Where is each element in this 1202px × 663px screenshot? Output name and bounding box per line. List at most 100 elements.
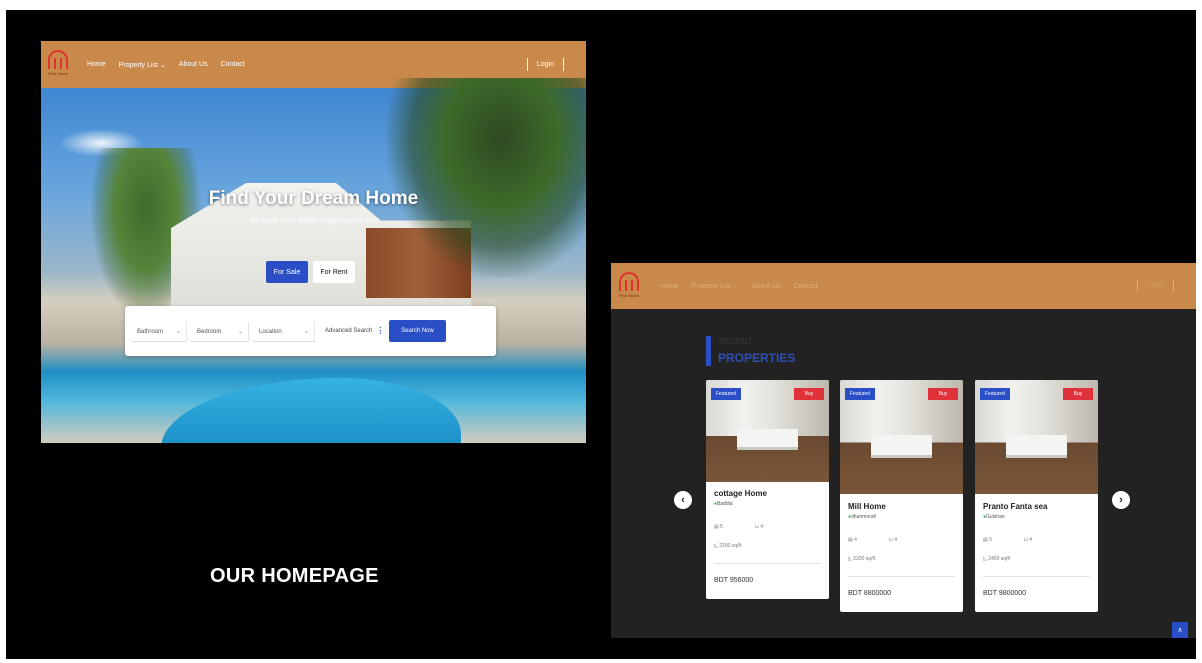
- nav-property-list-label: Property List: [118, 61, 158, 69]
- location-select-label: Location: [259, 328, 282, 335]
- bedroom-select[interactable]: Bedroom ⌄: [191, 322, 249, 342]
- baths-count: 4: [760, 524, 763, 530]
- baths-info: ⊔ 4: [889, 537, 897, 543]
- logo[interactable]: Find Home: [616, 272, 642, 302]
- area-icon: ◺: [848, 556, 852, 562]
- property-area-text: 2200 sq/ft: [853, 556, 876, 562]
- property-area: ◺ 2400 sq/ft: [983, 556, 1010, 562]
- logo[interactable]: Find Home: [45, 50, 71, 80]
- advanced-search-toggle[interactable]: Advanced Search ⋮: [325, 326, 384, 335]
- baths-count: 4: [894, 537, 897, 543]
- bedroom-select-label: Bedroom: [197, 328, 222, 335]
- chevron-down-icon: ⌄: [732, 283, 739, 290]
- property-location-text: Gulshan: [986, 514, 1005, 520]
- card-divider: [983, 576, 1090, 577]
- nav-about[interactable]: About Us: [179, 61, 208, 68]
- bath-icon: ⊔: [888, 537, 893, 543]
- property-meta: ▤ 5 ⊔ 4: [983, 537, 1032, 543]
- location-select[interactable]: Location ⌄: [253, 322, 315, 342]
- nav-property-list[interactable]: Property List ⌄: [692, 282, 739, 290]
- property-price: BDT 956000: [714, 577, 754, 584]
- tab-for-rent[interactable]: For Rent: [313, 261, 355, 283]
- beds-count: 4: [854, 537, 857, 543]
- bed-icon: ▤: [983, 537, 988, 543]
- property-card[interactable]: Featured Buy cottage Home ●Baddia ▤ 5 ⊔ …: [706, 380, 829, 599]
- featured-badge: Featured: [845, 388, 875, 400]
- beds-info: ▤ 5: [983, 537, 992, 543]
- nav-links: Home Property List ⌄ About Us Contact: [660, 263, 818, 309]
- login-area: Login: [1136, 279, 1174, 292]
- property-name: Pranto Fanta sea: [983, 502, 1048, 511]
- property-area-text: 2400 sq/ft: [988, 556, 1011, 562]
- card-divider: [714, 563, 821, 564]
- buy-badge: Buy: [794, 388, 824, 400]
- bath-icon: ⊔: [754, 524, 759, 530]
- chevron-down-icon: ⌄: [237, 329, 243, 335]
- property-meta: ▤ 4 ⊔ 4: [848, 537, 897, 543]
- login-area: Login: [526, 58, 564, 71]
- property-name: Mill Home: [848, 502, 886, 511]
- property-price: BDT 8800000: [848, 590, 892, 597]
- property-location: ●dhanmondi: [848, 514, 876, 520]
- nav-home[interactable]: Home: [660, 283, 679, 290]
- search-now-button[interactable]: Search Now: [389, 320, 446, 342]
- chevron-down-icon: ⌄: [159, 61, 166, 69]
- nav-property-list[interactable]: Property List ⌄: [119, 61, 166, 69]
- properties-navbar: Find Home Home Property List ⌄ About Us …: [611, 263, 1196, 309]
- nav-home[interactable]: Home: [87, 61, 106, 68]
- chevron-down-icon: ⌄: [175, 329, 181, 335]
- area-icon: ◺: [714, 543, 718, 549]
- search-bar: Bathroom ⌄ Bedroom ⌄ Location ⌄ Advanced…: [125, 306, 496, 356]
- featured-badge: Featured: [980, 388, 1010, 400]
- house-logo-icon: [619, 272, 639, 291]
- bathroom-select-label: Bathroom: [137, 328, 164, 335]
- nav-about[interactable]: About Us: [752, 283, 781, 290]
- property-card[interactable]: Featured Buy Mill Home ●dhanmondi ▤ 4 ⊔ …: [840, 380, 963, 612]
- bed-icon: ▤: [714, 524, 719, 530]
- property-location: ●Gulshan: [983, 514, 1005, 520]
- more-vertical-icon: ⋮: [376, 326, 385, 335]
- login-link[interactable]: Login: [1147, 282, 1164, 289]
- carousel-prev-button[interactable]: ‹: [674, 491, 692, 509]
- section-title: PROPERTIES: [718, 351, 796, 365]
- buy-badge: Buy: [928, 388, 958, 400]
- house-logo-icon: [48, 50, 68, 69]
- property-card[interactable]: Featured Buy Pranto Fanta sea ●Gulshan ▤…: [975, 380, 1098, 612]
- chevron-down-icon: ⌄: [303, 329, 309, 335]
- property-meta: ▤ 5 ⊔ 4: [714, 524, 763, 530]
- nav-links: Home Property List ⌄ About Us Contact: [87, 41, 245, 88]
- login-link[interactable]: Login: [537, 61, 554, 68]
- logo-text: Find Home: [619, 293, 639, 298]
- property-location-text: Baddia: [717, 501, 733, 507]
- beds-info: ▤ 4: [848, 537, 857, 543]
- bathroom-select[interactable]: Bathroom ⌄: [131, 322, 187, 342]
- section-kicker: RECENT: [719, 337, 752, 346]
- beds-count: 5: [720, 524, 723, 530]
- property-price: BDT 9800000: [983, 590, 1027, 597]
- buy-badge: Buy: [1063, 388, 1093, 400]
- carousel-next-button[interactable]: ›: [1112, 491, 1130, 509]
- tab-for-sale[interactable]: For Sale: [266, 261, 308, 283]
- property-area-text: 2200 sq/ft: [719, 543, 742, 549]
- featured-badge: Featured: [711, 388, 741, 400]
- property-location-text: dhanmondi: [851, 514, 876, 520]
- pool-image: [161, 378, 461, 443]
- bath-icon: ⊔: [1023, 537, 1028, 543]
- homepage-caption: OUR HOMEPAGE: [210, 565, 379, 587]
- property-name: cottage Home: [714, 489, 767, 498]
- property-area: ◺ 2200 sq/ft: [848, 556, 875, 562]
- scroll-to-top-button[interactable]: ∧: [1172, 622, 1188, 638]
- palm-leaves-image: [386, 78, 586, 278]
- baths-info: ⊔ 4: [1024, 537, 1032, 543]
- properties-screenshot: Find Home Home Property List ⌄ About Us …: [611, 263, 1196, 638]
- baths-count: 4: [1029, 537, 1032, 543]
- baths-info: ⊔ 4: [755, 524, 763, 530]
- homepage-screenshot: Find Home Home Property List ⌄ About Us …: [41, 41, 586, 443]
- card-divider: [848, 576, 955, 577]
- advanced-search-label: Advanced Search: [325, 327, 373, 334]
- nav-property-list-label: Property List: [691, 283, 731, 290]
- nav-contact[interactable]: Contact: [221, 61, 245, 68]
- property-area: ◺ 2200 sq/ft: [714, 543, 741, 549]
- nav-contact[interactable]: Contact: [794, 283, 818, 290]
- hero-title: Find Your Dream Home: [208, 188, 419, 209]
